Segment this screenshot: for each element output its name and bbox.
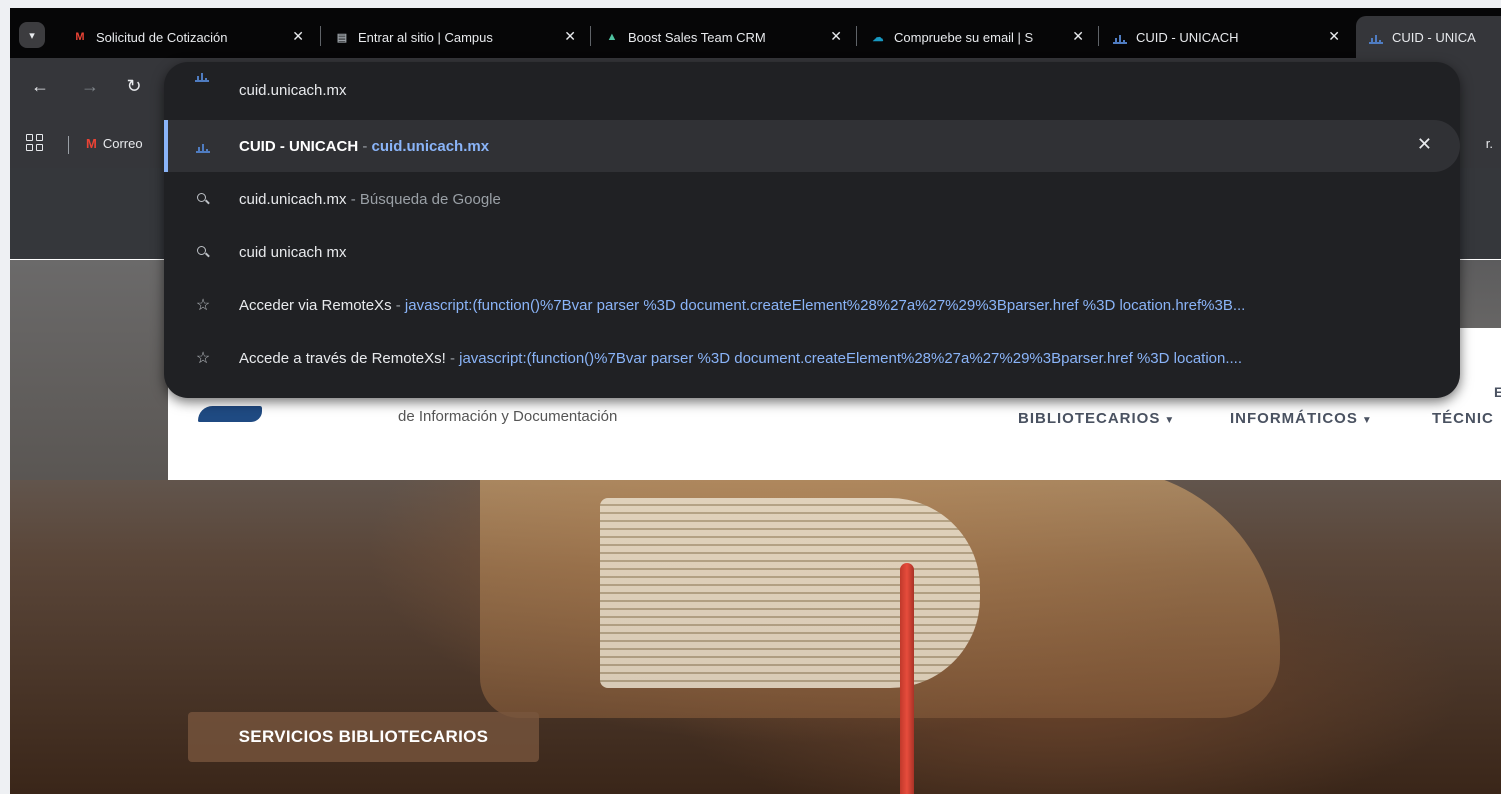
nav-bibliotecarios[interactable]: BIBLIOTECARIOS ▼ [1018, 410, 1175, 427]
book-pages-image [600, 498, 980, 688]
suggestion-url: cuid.unicach.mx [371, 137, 490, 155]
tab-divider [856, 26, 857, 46]
star-icon: ☆ [195, 297, 211, 314]
nav-overflow-letter: E [1494, 384, 1501, 400]
tab-strip: ▾ M Solicitud de Cotización ✕ ▤ Entrar a… [10, 8, 1501, 58]
tab-crm[interactable]: ▲ Boost Sales Team CRM ✕ [604, 16, 852, 58]
omnibox-dropdown: cuid.unicach.mx CUID - UNICACH - cuid.un… [164, 62, 1460, 398]
gmail-icon: M [86, 136, 97, 151]
search-icon [194, 243, 212, 261]
omnibox-text: cuid.unicach.mx [239, 82, 347, 99]
tab-search-button[interactable]: ▾ [19, 22, 45, 48]
cuid-chart-icon [1368, 29, 1384, 45]
tab-divider [320, 26, 321, 46]
suggestion-bookmark-remotexs[interactable]: ☆ Acceder via RemoteXs - javascript:(fun… [164, 279, 1460, 331]
tab-title: Solicitud de Cotización [96, 29, 228, 45]
tab-cuid-active[interactable]: CUID - UNICA [1356, 16, 1501, 58]
suggestion-title: cuid.unicach.mx [239, 190, 347, 208]
star-icon: ☆ [195, 350, 211, 367]
suggestion-title: cuid unicach mx [239, 243, 347, 261]
tab-title: Boost Sales Team CRM [628, 29, 766, 45]
bookmark-overflow-label[interactable]: r. [1486, 136, 1493, 151]
nav-label: TÉCNIC [1432, 410, 1494, 427]
servicios-bibliotecarios-button[interactable]: SERVICIOS BIBLIOTECARIOS [188, 712, 539, 762]
suggestion-text: cuid.unicach.mx - Búsqueda de Google [239, 191, 1444, 208]
tab-campus[interactable]: ▤ Entrar al sitio | Campus ✕ [334, 16, 586, 58]
cuid-chart-icon [1112, 29, 1128, 45]
suggestion-cuid-history[interactable]: CUID - UNICACH - cuid.unicach.mx ✕ [164, 120, 1460, 172]
suggestion-separator: - [346, 190, 360, 208]
tab-title: Entrar al sitio | Campus [358, 29, 493, 45]
campus-icon: ▤ [336, 31, 348, 44]
suggestion-title: CUID - UNICACH [239, 137, 359, 155]
suggestion-google-search[interactable]: cuid.unicach.mx - Búsqueda de Google [164, 173, 1460, 225]
browser-window: ▾ M Solicitud de Cotización ✕ ▤ Entrar a… [10, 8, 1501, 794]
chevron-down-icon: ▼ [1361, 415, 1373, 426]
salesforce-cloud-icon: ☁ [872, 31, 884, 44]
tab-title: CUID - UNICACH [1136, 29, 1239, 45]
suggestion-url: javascript:(function()%7Bvar parser %3D … [459, 349, 1243, 367]
nav-tecnicos[interactable]: TÉCNIC [1432, 410, 1494, 427]
tab-title: CUID - UNICA [1392, 29, 1476, 45]
close-icon[interactable]: ✕ [564, 28, 576, 45]
cuid-logo[interactable] [198, 406, 262, 422]
suggestion-text: Accede a través de RemoteXs! - javascrip… [239, 350, 1444, 367]
suggestion-text: cuid unicach mx [239, 244, 1444, 261]
suggestion-title: Acceder via RemoteXs [239, 296, 392, 314]
site-subtitle: de Información y Documentación [398, 408, 618, 425]
nav-label: INFORMÁTICOS [1230, 410, 1358, 427]
suggestion-text: Acceder via RemoteXs - javascript:(funct… [239, 297, 1444, 314]
bookmark-label: Correo [102, 136, 143, 151]
tab-divider [590, 26, 591, 46]
forward-icon[interactable]: → [78, 74, 102, 98]
chevron-down-icon: ▼ [1164, 415, 1176, 426]
suggestion-separator: - [445, 349, 460, 367]
tab-email[interactable]: ☁ Compruebe su email | S ✕ [870, 16, 1094, 58]
suggestion-title: Accede a través de RemoteXs! [239, 349, 446, 367]
close-icon[interactable]: ✕ [1328, 28, 1340, 45]
nav-label: BIBLIOTECARIOS [1018, 410, 1161, 427]
search-icon [194, 190, 212, 208]
close-icon[interactable]: ✕ [1072, 28, 1084, 45]
cuid-chart-icon [194, 137, 212, 155]
back-icon[interactable]: ← [28, 74, 52, 98]
remove-suggestion-icon[interactable]: ✕ [1417, 134, 1432, 155]
suggestion-desc: Búsqueda de Google [359, 190, 501, 208]
suggestion-separator: - [358, 137, 372, 155]
tab-solicitud[interactable]: M Solicitud de Cotización ✕ [72, 16, 314, 58]
reload-icon[interactable]: ↻ [122, 74, 146, 98]
hero-left-panel [10, 260, 168, 480]
suggestion-text: CUID - UNICACH - cuid.unicach.mx [239, 138, 1444, 155]
bookmark-divider [68, 136, 69, 154]
suggestion-search-query[interactable]: cuid unicach mx [164, 226, 1460, 278]
suggestion-separator: - [391, 296, 405, 314]
crm-icon: ▲ [606, 31, 618, 43]
suggestion-bookmark-remotexs-2[interactable]: ☆ Accede a través de RemoteXs! - javascr… [164, 332, 1460, 384]
tab-divider [1098, 26, 1099, 46]
tab-title: Compruebe su email | S [894, 29, 1034, 45]
bookmark-correo[interactable]: M Correo [86, 136, 143, 151]
tab-cuid[interactable]: CUID - UNICACH ✕ [1112, 16, 1350, 58]
gmail-icon: M [75, 31, 85, 43]
bookmark-ribbon-image [900, 563, 914, 794]
close-icon[interactable]: ✕ [292, 28, 304, 45]
apps-grid-icon[interactable] [26, 134, 46, 154]
close-icon[interactable]: ✕ [830, 28, 842, 45]
suggestion-url: javascript:(function()%7Bvar parser %3D … [404, 296, 1246, 314]
nav-informaticos[interactable]: INFORMÁTICOS ▼ [1230, 410, 1373, 427]
omnibox-input[interactable]: cuid.unicach.mx [164, 62, 1460, 120]
